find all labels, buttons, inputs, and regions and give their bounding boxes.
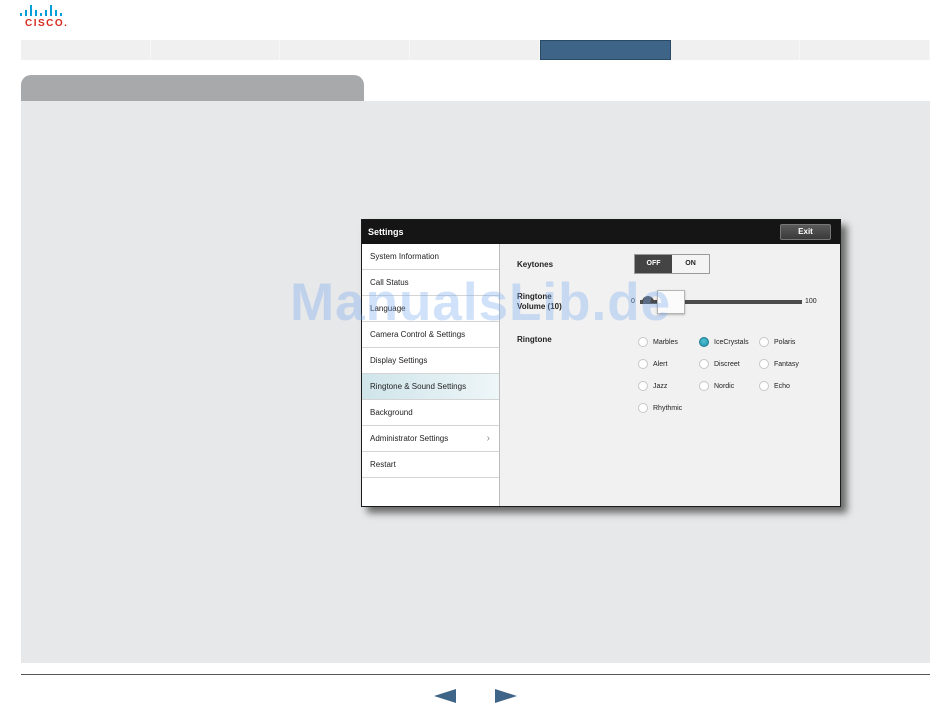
menu-item-restart[interactable]: Restart (362, 452, 499, 478)
radio-button[interactable] (638, 381, 648, 391)
ringtone-volume-label: Ringtone Volume (10) (517, 292, 562, 311)
menu-item-label: Camera Control & Settings (370, 330, 466, 339)
menu-item-label: Administrator Settings (370, 434, 449, 443)
volume-min-label: 0 (631, 298, 635, 305)
page-tab (21, 75, 364, 102)
nav-segment[interactable] (151, 40, 281, 60)
ringtone-option-alert[interactable]: Alert (638, 359, 667, 369)
menu-item-label: Ringtone & Sound Settings (370, 382, 467, 391)
menu-item-system-information[interactable]: System Information (362, 244, 499, 270)
keytones-on-button[interactable]: ON (672, 255, 709, 273)
ringtone-option-polaris[interactable]: Polaris (759, 337, 795, 347)
radio-button[interactable] (699, 381, 709, 391)
nav-segment[interactable] (671, 40, 801, 60)
cisco-logo-text: CISCO. (25, 18, 69, 29)
volume-slider-fill (642, 296, 654, 302)
ringtone-option-jazz[interactable]: Jazz (638, 381, 667, 391)
menu-item-language[interactable]: Language (362, 296, 499, 322)
ringtone-option-marbles[interactable]: Marbles (638, 337, 678, 347)
nav-segment[interactable] (800, 40, 931, 60)
menu-item-label: Restart (370, 460, 396, 469)
menu-item-administrator-settings[interactable]: Administrator Settings › (362, 426, 499, 452)
nav-segment[interactable] (21, 40, 151, 60)
menu-item-ringtone-sound[interactable]: Ringtone & Sound Settings (362, 374, 499, 400)
ringtone-option-rhythmic[interactable]: Rhythmic (638, 403, 682, 413)
next-page-arrow-icon[interactable] (495, 689, 517, 703)
radio-button[interactable] (759, 337, 769, 347)
radio-button[interactable] (638, 359, 648, 369)
nav-segment[interactable] (410, 40, 540, 60)
chevron-right-icon: › (486, 433, 490, 444)
ringtone-option-discreet[interactable]: Discreet (699, 359, 740, 369)
ringtone-option-echo[interactable]: Echo (759, 381, 790, 391)
cisco-logo-bars (20, 5, 62, 16)
keytones-off-button[interactable]: OFF (635, 255, 672, 273)
radio-button-selected[interactable] (699, 337, 709, 347)
exit-button[interactable]: Exit (780, 224, 831, 240)
keytones-label: Keytones (517, 260, 554, 269)
ringtone-option-icecrystals[interactable]: IceCrystals (699, 337, 749, 347)
radio-button[interactable] (699, 359, 709, 369)
settings-title: Settings (368, 227, 404, 237)
previous-page-arrow-icon[interactable] (434, 689, 456, 703)
keytones-toggle[interactable]: OFF ON (634, 254, 710, 274)
settings-title-bar: Settings Exit (362, 220, 840, 244)
volume-max-label: 100 (805, 298, 817, 305)
radio-button[interactable] (759, 381, 769, 391)
settings-menu: System Information Call Status Language … (362, 244, 500, 506)
ringtone-option-nordic[interactable]: Nordic (699, 381, 734, 391)
menu-item-display-settings[interactable]: Display Settings (362, 348, 499, 374)
menu-item-camera-control[interactable]: Camera Control & Settings (362, 322, 499, 348)
menu-item-label: Call Status (370, 278, 409, 287)
menu-item-background[interactable]: Background (362, 400, 499, 426)
radio-button[interactable] (759, 359, 769, 369)
ringtone-option-fantasy[interactable]: Fantasy (759, 359, 799, 369)
menu-item-label: Background (370, 408, 413, 417)
footer-divider (21, 674, 930, 675)
settings-panel: Keytones OFF ON Ringtone Volume (10) 0 10… (500, 244, 840, 506)
ringtone-label: Ringtone (517, 335, 552, 344)
menu-item-label: Language (370, 304, 406, 313)
nav-segment[interactable] (280, 40, 411, 60)
volume-slider-thumb[interactable] (657, 290, 685, 314)
settings-window: Settings Exit System Information Call St… (361, 219, 841, 507)
menu-item-label: System Information (370, 252, 439, 261)
menu-item-call-status[interactable]: Call Status (362, 270, 499, 296)
radio-button[interactable] (638, 403, 648, 413)
menu-item-label: Display Settings (370, 356, 428, 365)
radio-button[interactable] (638, 337, 648, 347)
top-navigation-bar (21, 40, 931, 60)
cisco-logo: CISCO. (20, 5, 70, 29)
nav-segment-active[interactable] (539, 40, 671, 60)
